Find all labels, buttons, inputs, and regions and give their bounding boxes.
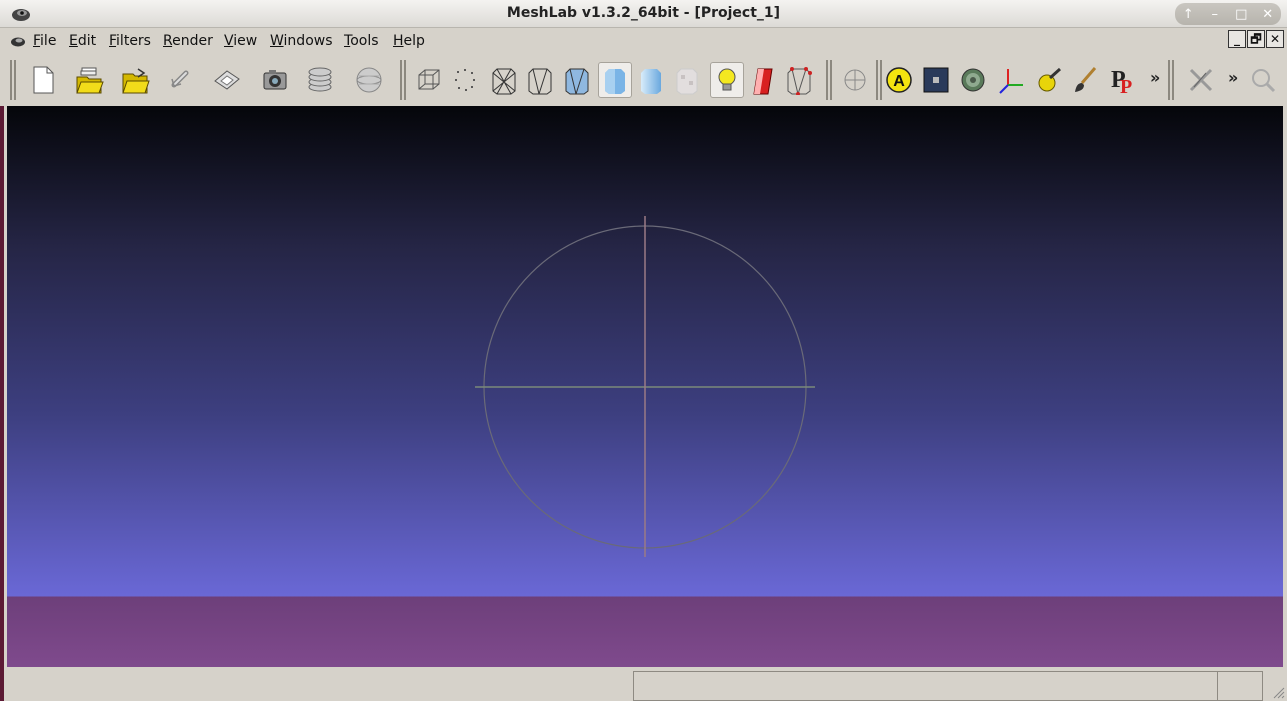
mdi-minimize-button[interactable]: _ (1228, 30, 1246, 48)
menu-edit[interactable]: Edit (69, 33, 96, 49)
trackball-icon (844, 69, 866, 91)
mdi-controls: _ 🗗 ✕ (1228, 30, 1284, 48)
menu-help[interactable]: Help (393, 33, 425, 49)
toolbar-overflow-button[interactable]: » (1150, 68, 1160, 87)
bounding-box-icon (418, 69, 440, 90)
snapshot-button[interactable] (258, 62, 292, 98)
flat-lines-icon (565, 68, 589, 95)
paint-button[interactable] (1068, 62, 1102, 98)
toolbar-overflow-button-2[interactable]: » (1228, 68, 1238, 87)
texture-box-icon (923, 67, 949, 93)
status-divider (1217, 672, 1218, 700)
select-cross-button[interactable] (1184, 62, 1218, 98)
wireframe-button[interactable] (487, 62, 521, 98)
backface-icon (753, 68, 773, 95)
open-project-button[interactable] (72, 62, 106, 98)
select-cross-icon (1189, 68, 1213, 92)
flat-shading-icon (605, 69, 625, 94)
import-mesh-button[interactable] (118, 62, 152, 98)
open-stack-icon (76, 67, 104, 94)
magnifier-icon (1252, 69, 1276, 93)
vertex-select-button[interactable] (782, 62, 816, 98)
toolbar-grip[interactable] (826, 60, 832, 100)
flat-lines-button[interactable] (560, 62, 594, 98)
backface-button[interactable] (746, 62, 780, 98)
svg-text:P: P (1120, 76, 1132, 95)
light-button[interactable] (710, 62, 744, 98)
layers-button[interactable] (303, 62, 337, 98)
maximize-button[interactable]: □ (1231, 7, 1251, 22)
toolbar-grip[interactable] (1168, 60, 1174, 100)
trackball-button[interactable] (838, 62, 872, 98)
window-controls: ↑ – □ ✕ (1175, 3, 1281, 25)
lock-button[interactable] (1032, 62, 1066, 98)
texture-box-button[interactable] (919, 62, 953, 98)
color-globe-button[interactable] (956, 62, 990, 98)
save-disk-icon (214, 70, 240, 90)
menu-tools[interactable]: Tools (344, 33, 379, 49)
axes-icon (999, 69, 1023, 94)
menu-windows[interactable]: Windows (270, 33, 333, 49)
annotation-button[interactable]: A (882, 62, 916, 98)
smooth-button[interactable] (634, 62, 668, 98)
menu-view[interactable]: View (224, 33, 257, 49)
pp-logo-icon: PP (1111, 67, 1132, 95)
globe-icon (961, 68, 985, 92)
toolbar-grip[interactable] (400, 60, 406, 100)
vertex-wireframe-icon (787, 67, 812, 95)
resize-grip-icon[interactable] (1271, 685, 1285, 699)
mdi-restore-button[interactable]: 🗗 (1247, 30, 1265, 48)
toolbar-grip[interactable] (10, 60, 16, 100)
hidden-lines-button[interactable] (523, 62, 557, 98)
menu-filters[interactable]: Filters (109, 33, 151, 49)
smooth-shading-icon (641, 69, 661, 94)
reload-icon (171, 70, 189, 88)
mdi-close-button[interactable]: ✕ (1266, 30, 1284, 48)
wireframe-icon (492, 68, 516, 95)
bounding-box-button[interactable] (412, 62, 446, 98)
points-icon (455, 69, 475, 91)
axes-button[interactable] (994, 62, 1028, 98)
meshlab-small-icon[interactable] (10, 35, 26, 47)
keep-above-button[interactable]: ↑ (1178, 7, 1198, 22)
3d-viewport[interactable] (7, 106, 1283, 667)
points-button[interactable] (448, 62, 482, 98)
reload-button[interactable] (164, 62, 198, 98)
sphere-view-button[interactable] (352, 62, 386, 98)
menu-file[interactable]: File (33, 33, 56, 49)
hidden-lines-icon (528, 68, 552, 95)
new-project-button[interactable] (26, 62, 60, 98)
layers-icon (308, 67, 332, 92)
open-folder-icon (122, 68, 150, 94)
trackball-gizmo (475, 216, 815, 557)
window-title: MeshLab v1.3.2_64bit - [Project_1] (506, 5, 781, 21)
minimize-button[interactable]: – (1205, 7, 1225, 22)
annotation-a-icon: A (886, 67, 912, 93)
paint-brush-icon (1075, 67, 1097, 92)
status-bar (0, 668, 1287, 701)
yellow-tool-icon (1038, 67, 1062, 92)
menu-bar: File Edit Filters Render View Windows To… (0, 28, 1287, 54)
toolbar: A PP » » (0, 56, 1287, 104)
svg-text:A: A (893, 73, 905, 90)
pp-plugin-button[interactable]: PP (1106, 62, 1140, 98)
flat-button[interactable] (598, 62, 632, 98)
light-bulb-icon (718, 68, 736, 91)
texture-icon (676, 68, 698, 95)
texture-button[interactable] (670, 62, 704, 98)
export-mesh-button[interactable] (210, 62, 244, 98)
window-edge (0, 106, 4, 701)
camera-icon (263, 70, 287, 90)
new-document-icon (33, 66, 54, 94)
menu-render[interactable]: Render (163, 33, 213, 49)
title-bar: MeshLab v1.3.2_64bit - [Project_1] ↑ – □… (0, 0, 1287, 28)
status-progress-field (633, 671, 1263, 701)
sphere-icon (356, 67, 382, 93)
close-button[interactable]: ✕ (1258, 7, 1278, 22)
search-button[interactable] (1246, 62, 1280, 98)
